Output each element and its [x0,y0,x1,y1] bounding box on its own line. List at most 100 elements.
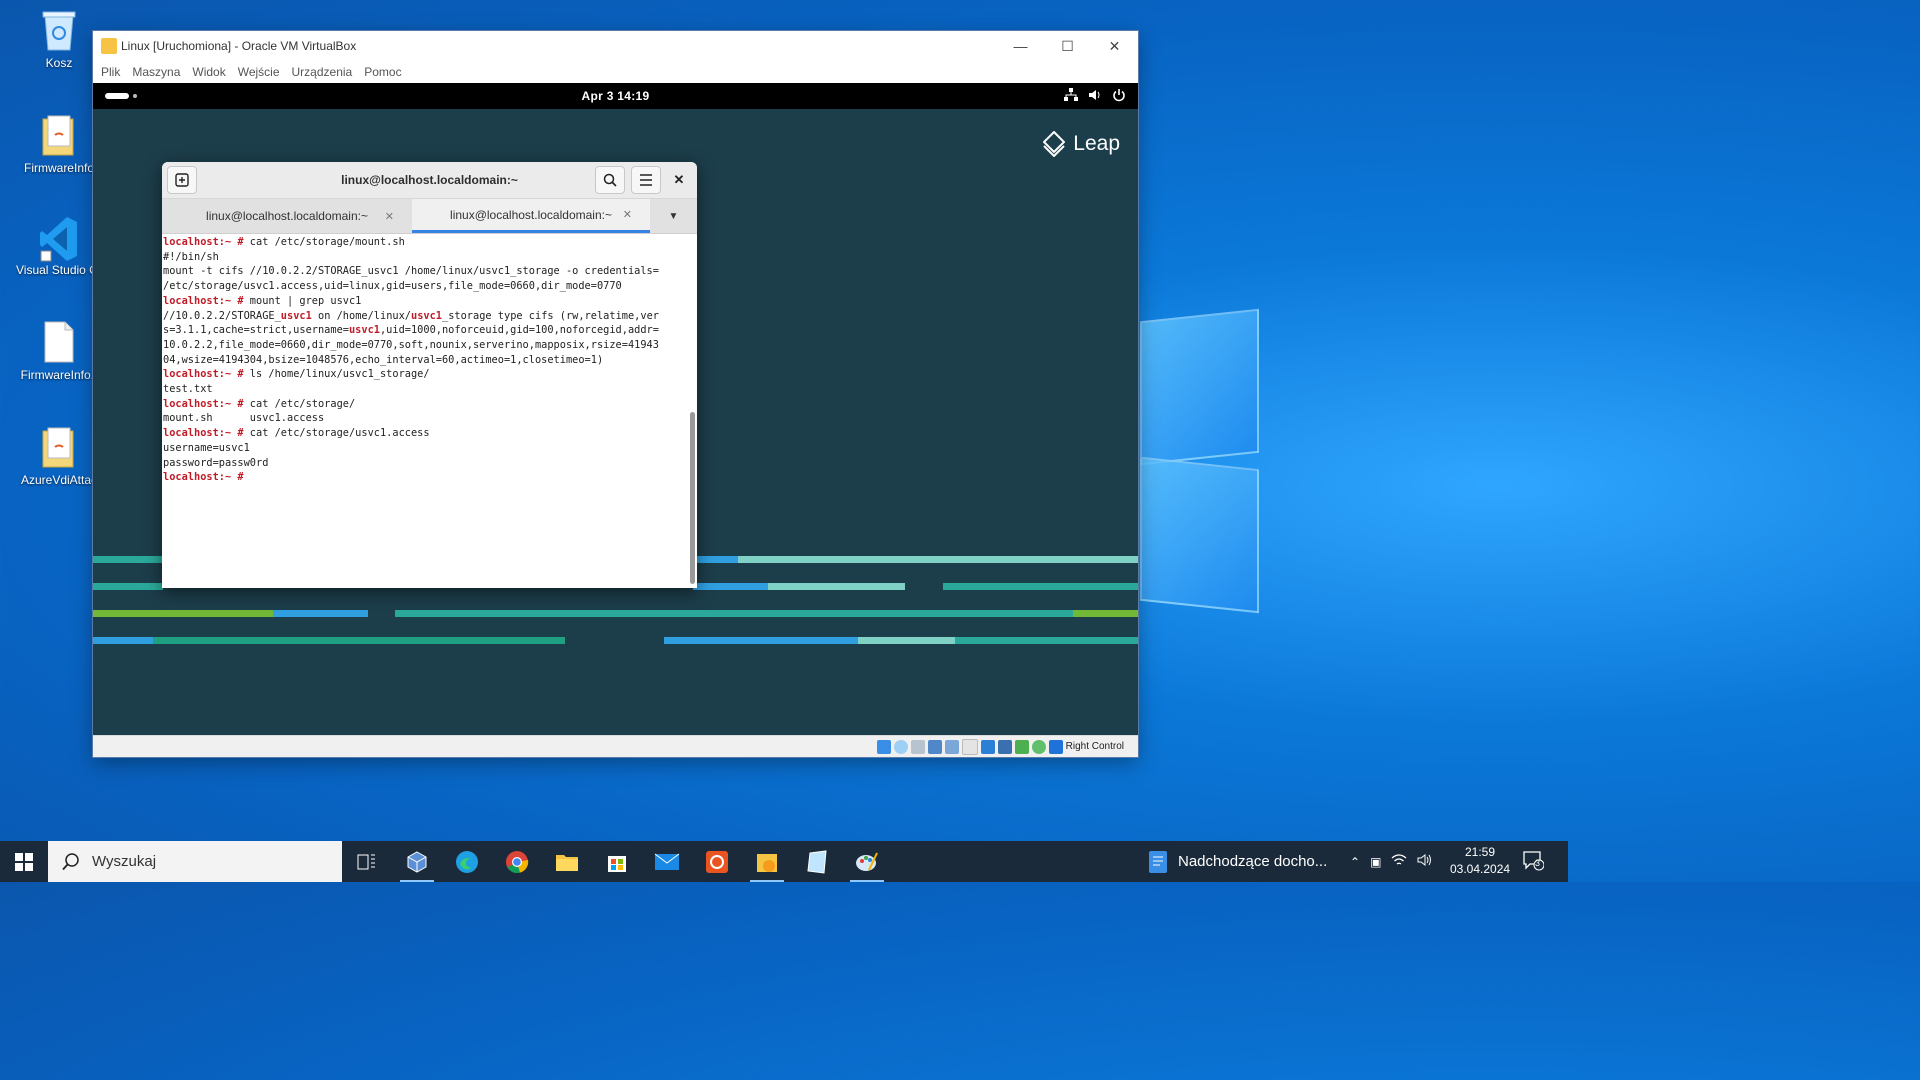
output-line: /etc/storage/usvc1.access,uid=linux,gid=… [163,280,622,293]
audio-icon[interactable] [910,739,925,754]
maximize-button[interactable]: ☐ [1044,31,1091,61]
power-icon[interactable] [1112,88,1126,105]
system-tray: ⌃ ▣ [1350,841,1433,882]
search-icon [603,173,617,187]
grep-match: usvc1 [280,309,312,322]
cpu-icon[interactable] [1014,739,1029,754]
hard-disk-icon[interactable] [876,739,891,754]
desktop-icon-recycle-bin[interactable]: Kosz [16,8,102,70]
desktop-icon-firmwareinfo-file[interactable]: FirmwareInfo.t [16,320,102,382]
hamburger-menu-icon [640,174,652,186]
taskbar-search-box[interactable]: Wyszukaj [48,841,342,882]
command: cat /etc/storage/mount.sh [243,236,405,248]
taskbar-paint[interactable] [842,841,892,882]
close-tab-icon[interactable]: ✕ [385,210,394,223]
output-text: on /home/linux/ [311,309,411,322]
task-view-button[interactable] [342,841,392,882]
terminal-window[interactable]: linux@localhost.localdomain:~ ✕ linux@lo… [162,162,697,588]
virtualbox-statusbar: Right Control [93,735,1138,757]
volume-icon[interactable] [1417,853,1433,870]
taskbar-chrome[interactable] [492,841,542,882]
prompt: localhost:~ # [163,294,244,307]
taskbar-app-26[interactable] [742,841,792,882]
guest-display[interactable]: Apr 3 14:19 Leap linux@localhost.localdo… [93,83,1138,735]
taskbar-mail[interactable] [642,841,692,882]
virtualbox-icon [407,850,427,873]
taskbar-store[interactable] [592,841,642,882]
document-icon [1149,850,1167,873]
search-placeholder: Wyszukaj [92,853,157,870]
output-line: 04,wsize=4194304,bsize=1048576,echo_inte… [163,353,604,366]
clock-time: 21:59 [1464,845,1496,859]
network-icon[interactable] [1064,88,1078,105]
close-button[interactable]: ✕ [1091,31,1138,61]
volume-icon[interactable] [1088,88,1102,105]
recording-icon[interactable] [997,739,1012,754]
menu-wejscie[interactable]: Wejście [232,65,286,79]
menu-urzadzenia[interactable]: Urządzenia [286,65,359,79]
menu-maszyna[interactable]: Maszyna [126,65,186,79]
clock-date: 03.04.2024 [1450,862,1511,876]
taskbar-virtualbox[interactable] [392,841,442,882]
tab-list-dropdown[interactable]: ▼ [650,199,697,233]
virtualbox-titlebar[interactable]: Linux [Uruchomiona] - Oracle VM VirtualB… [93,31,1138,61]
task-view-icon [357,854,375,869]
shared-folders-icon[interactable] [961,738,978,755]
desktop-icon-azurevdiattach-folder[interactable]: AzureVdiAttac [16,425,102,487]
wifi-icon[interactable] [1391,853,1407,870]
grep-match: usvc1 [348,324,380,337]
search-icon [62,852,79,870]
menu-pomoc[interactable]: Pomoc [358,65,407,79]
close-tab-icon[interactable]: ✕ [623,208,632,221]
desktop-icon-firmwareinfo-folder[interactable]: FirmwareInfo [16,113,102,175]
output-line: mount -t cifs //10.0.2.2/STORAGE_usvc1 /… [163,265,659,278]
virtualbox-menubar: Plik Maszyna Widok Wejście Urządzenia Po… [93,61,1138,83]
search-button[interactable] [595,166,625,194]
terminal-headerbar[interactable]: linux@localhost.localdomain:~ ✕ [162,162,697,199]
prompt: localhost:~ # [163,368,244,381]
output-line: 10.0.2.2,file_mode=0660,dir_mode=0770,so… [163,338,659,351]
vscode-icon [39,215,79,262]
keyboard-capture-icon[interactable] [1048,739,1063,754]
terminal-scrollbar[interactable] [690,412,695,584]
desktop-icon-vscode[interactable]: Visual Studio Co [16,215,102,277]
chrome-icon [506,850,529,873]
store-icon [608,855,626,872]
terminal-close-button[interactable]: ✕ [661,167,697,193]
taskbar-edge[interactable] [442,841,492,882]
terminal-tab-1[interactable]: linux@localhost.localdomain:~ ✕ [162,199,412,233]
mouse-integration-icon[interactable] [1031,739,1046,754]
action-center-button[interactable]: 3 [1522,849,1545,876]
minimize-button[interactable]: — [997,31,1044,61]
app-icon [757,853,777,872]
taskbar-ubuntu-app[interactable] [692,841,742,882]
taskbar-notepad[interactable] [792,841,842,882]
output-line: test.txt [163,383,213,396]
prompt: localhost:~ # [163,427,244,440]
gnome-clock[interactable]: Apr 3 14:19 [93,89,1138,103]
chevron-up-icon[interactable]: ⌃ [1350,855,1360,869]
menu-button[interactable] [631,166,661,194]
recycle-bin-icon [39,8,79,52]
output-line: mount.sh usvc1.access [163,412,325,425]
news-text: Nadchodzące docho... [1178,853,1328,870]
meet-now-icon[interactable]: ▣ [1370,855,1381,869]
display-icon[interactable] [980,739,995,754]
usb-icon[interactable] [944,739,959,754]
edge-icon [456,850,478,873]
terminal-tab-2[interactable]: linux@localhost.localdomain:~ ✕ [412,199,650,233]
command: cat /etc/storage/usvc1.access [243,427,430,440]
output-line: password=passw0rd [163,456,269,469]
menu-plik[interactable]: Plik [95,65,126,79]
terminal-output[interactable]: localhost:~ # cat /etc/storage/mount.sh … [162,234,687,588]
taskbar-clock[interactable]: 21:59 03.04.2024 [1450,844,1510,878]
window-title: Linux [Uruchomiona] - Oracle VM VirtualB… [121,39,357,53]
new-tab-button[interactable] [167,166,197,194]
news-widget[interactable]: Nadchodzące docho... [1148,841,1327,882]
optical-drive-icon[interactable] [893,739,908,754]
network-adapter-icon[interactable] [927,739,942,754]
taskbar-file-explorer[interactable] [542,841,592,882]
start-button[interactable] [0,841,48,882]
menu-widok[interactable]: Widok [186,65,231,79]
output-text: ,uid=1000,noforceuid,gid=100,noforcegid,… [379,324,659,337]
